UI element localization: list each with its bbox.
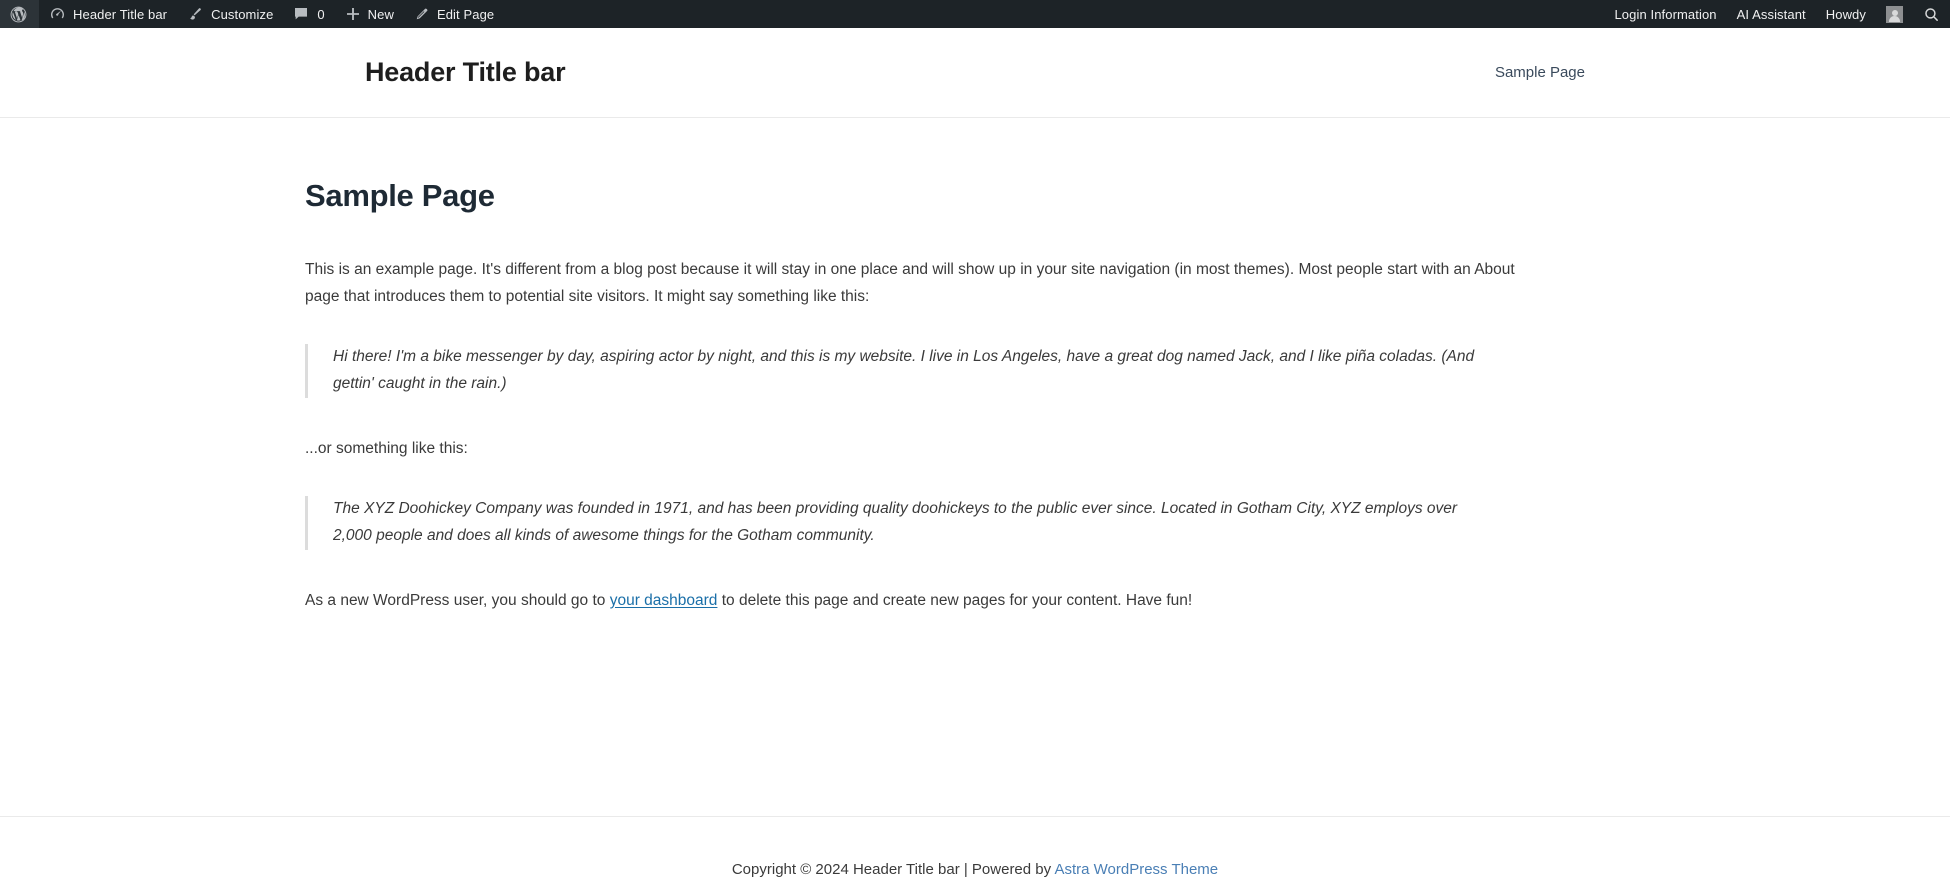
paintbrush-icon: [187, 6, 204, 23]
search-icon: [1923, 6, 1940, 23]
blockquote-one-text: Hi there! I'm a bike messenger by day, a…: [333, 348, 1475, 392]
page-title: Sample Page: [305, 178, 495, 213]
admin-bar-login-information[interactable]: Login Information: [1604, 0, 1726, 28]
admin-bar-new-content[interactable]: New: [335, 0, 404, 28]
site-title[interactable]: Header Title bar: [365, 57, 566, 88]
primary-navigation: Sample Page: [1495, 64, 1585, 81]
admin-bar-left-group: Header Title bar Customize 0 New Edit Pa…: [0, 0, 504, 28]
admin-bar-avatar[interactable]: [1876, 0, 1913, 28]
bridge-paragraph: ...or something like this:: [305, 439, 468, 457]
admin-bar-search[interactable]: [1913, 0, 1950, 28]
blockquote-two-text: The XYZ Doohickey Company was founded in…: [333, 500, 1458, 544]
admin-bar-site-name[interactable]: Header Title bar: [39, 0, 177, 28]
plus-icon: [345, 6, 361, 22]
wp-admin-bar: Header Title bar Customize 0 New Edit Pa…: [0, 0, 1950, 28]
page-entry: Sample Page This is an example page. It'…: [305, 118, 1515, 614]
site-header: Header Title bar Sample Page: [0, 28, 1950, 118]
astra-theme-link[interactable]: Astra WordPress Theme: [1054, 861, 1218, 878]
admin-bar-comment-count: 0: [317, 6, 325, 22]
admin-bar-howdy-label: Howdy: [1825, 6, 1866, 22]
admin-bar-site-name-label: Header Title bar: [73, 6, 168, 22]
admin-bar-customize-label: Customize: [211, 6, 274, 22]
admin-bar-edit-page[interactable]: Edit Page: [404, 0, 504, 28]
user-avatar-icon: [1886, 5, 1903, 23]
admin-bar-customize[interactable]: Customize: [177, 0, 283, 28]
dashboard-link[interactable]: your dashboard: [610, 592, 718, 609]
nav-item-sample-page[interactable]: Sample Page: [1495, 64, 1585, 81]
pencil-icon: [414, 6, 430, 22]
site-header-inner: Header Title bar Sample Page: [60, 57, 1890, 88]
site-footer: Copyright © 2024 Header Title bar | Powe…: [0, 816, 1950, 883]
admin-bar-comments[interactable]: 0: [283, 0, 334, 28]
blockquote-one: Hi there! I'm a bike messenger by day, a…: [305, 344, 1500, 398]
admin-bar-right-group: Login Information AI Assistant Howdy: [1604, 0, 1950, 28]
footer-copyright: Copyright © 2024 Header Title bar | Powe…: [0, 857, 1950, 883]
closing-text-before: As a new WordPress user, you should go t…: [305, 591, 610, 609]
content-bottom-spacer: [305, 640, 1645, 816]
intro-paragraph: This is an example page. It's different …: [305, 261, 1515, 305]
blockquote-two: The XYZ Doohickey Company was founded in…: [305, 496, 1500, 550]
wordpress-logo-icon: [9, 5, 28, 24]
admin-bar-edit-page-label: Edit Page: [436, 6, 495, 22]
admin-bar-new-label: New: [367, 6, 394, 22]
admin-bar-ai-assistant[interactable]: AI Assistant: [1727, 0, 1816, 28]
main-content: Sample Page This is an example page. It'…: [0, 118, 1950, 817]
admin-bar-ai-assistant-label: AI Assistant: [1736, 6, 1806, 22]
admin-bar-my-account[interactable]: Howdy: [1816, 0, 1876, 28]
closing-text-after: to delete this page and create new pages…: [717, 591, 1193, 609]
footer-copyright-text: Copyright © 2024 Header Title bar | Powe…: [731, 861, 1055, 879]
comment-bubble-icon: [293, 6, 309, 22]
admin-bar-login-information-label: Login Information: [1614, 6, 1717, 22]
admin-bar-wordpress-logo[interactable]: [0, 0, 39, 28]
closing-paragraph: As a new WordPress user, you should go t…: [305, 588, 1515, 615]
dashboard-speedometer-icon: [49, 6, 66, 23]
